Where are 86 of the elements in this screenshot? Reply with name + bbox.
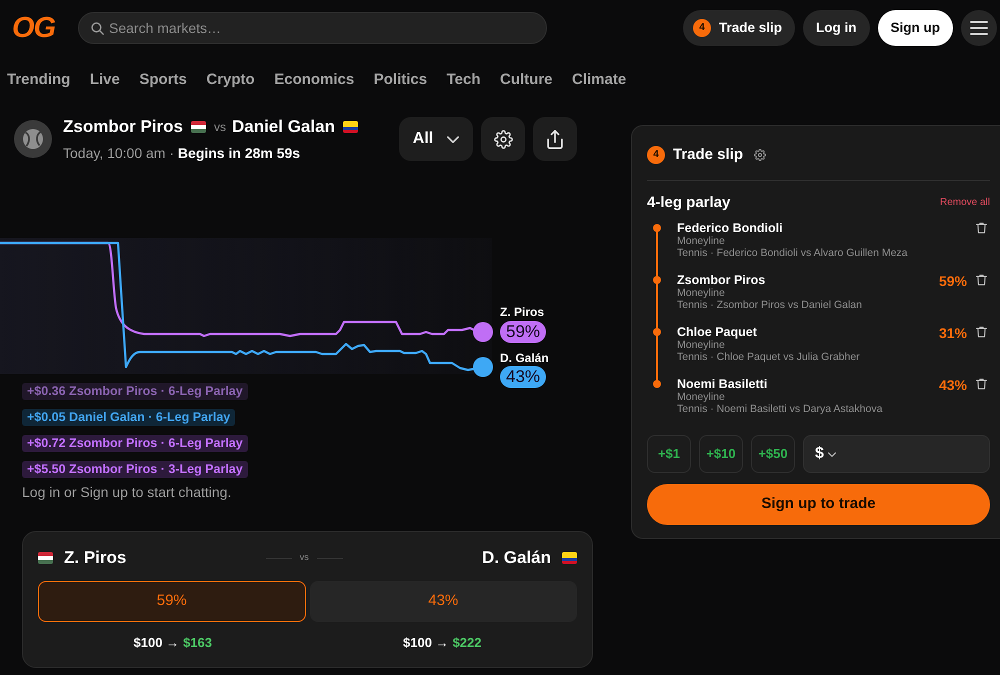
chat-prompt: Log in or Sign up to start chatting. [22,484,232,500]
leg-price: 43% [938,377,967,393]
logo[interactable]: OG [12,14,58,42]
signup-trade-button[interactable]: Sign up to trade [647,484,990,525]
parlay-title: 4-leg parlay [647,194,730,212]
chat-message: +$0.72 Zsombor Piros · 6-Leg Parlay [22,435,248,452]
signup-button[interactable]: Sign up [878,10,953,46]
filter-dropdown[interactable]: All [399,117,473,161]
panel-title: Trade slip [673,146,744,164]
settings-button[interactable] [481,117,525,161]
flag-icon [562,552,578,564]
delete-button[interactable] [976,222,987,234]
delete-button[interactable] [976,274,987,286]
stake-amount: $100 → [403,635,449,651]
settings-icon [494,130,512,148]
count-badge: 4 [692,19,711,37]
payout-amount: $222 [452,635,482,651]
settings-icon [754,149,766,161]
trash-icon [976,274,987,286]
leg-market: Moneyline [677,235,726,247]
payout-amount: $163 [183,635,212,651]
chat-message: +$5.50 Zsombor Piros · 3-Leg Parlay [22,461,248,478]
player-name: Zsombor Piros [63,116,183,138]
delete-button[interactable] [976,378,987,390]
leg-name: Zsombor Piros [677,273,766,287]
category-link[interactable]: Crypto [206,71,255,106]
delete-button[interactable] [976,326,987,338]
ball-icon [14,120,52,158]
leg-event: Tennis · Zsombor Piros vs Daniel Galan [677,299,863,311]
chevron-down-icon [828,452,836,456]
flag-icon [342,121,358,133]
leg-event: Tennis · Federico Bondioli vs Alvaro Guillen Meza [677,247,909,259]
flag-icon [38,552,53,564]
leg-name: Federico Bondioli [677,221,784,235]
search-field[interactable]: Search markets… [78,12,547,44]
category-link[interactable]: Culture [500,71,553,106]
leg-price: 59% [938,273,967,289]
trash-icon [976,378,987,390]
outcome-button[interactable]: 43% [310,581,577,622]
quick-amount-button[interactable]: +$50 [751,435,795,473]
leg-name: Chloe Paquet [677,325,758,339]
leg-market: Moneyline [677,339,726,351]
category-link[interactable]: Live [90,71,120,106]
vs-label: vs [214,119,226,136]
percent-badge: 43% [500,366,546,388]
outcome-name: D. Galán [482,548,552,568]
search-icon [91,22,104,34]
stake-amount: $100 → [134,635,180,651]
player-name: Daniel Galan [232,116,335,138]
outcome-name: Z. Piros [64,548,126,568]
leg-event: Tennis · Noemi Basiletti vs Darya Astakhova [677,403,884,415]
flag-icon [190,121,206,133]
chat-message: +$0.05 Daniel Galan · 6-Leg Parlay [22,409,236,426]
category-link[interactable]: Climate [572,71,626,106]
remove-all-link[interactable]: Remove all [940,197,990,209]
count-badge: 4 [647,146,665,164]
quick-amount-button[interactable]: +$1 [647,435,691,473]
share-icon [547,130,563,148]
leg-event: Tennis · Chloe Paquet vs Julia Grabher [677,351,861,363]
login-button[interactable]: Log in [803,10,870,46]
menu-button[interactable] [961,10,997,46]
leg-market: Moneyline [677,391,726,403]
series-label: Z. Piros [500,305,544,319]
category-link[interactable]: Sports [139,71,187,106]
leg-price: 31% [938,325,967,341]
quick-amount-button[interactable]: +$10 [699,435,743,473]
trash-icon [976,326,987,338]
leg-market: Moneyline [677,287,726,299]
share-button[interactable] [533,117,577,161]
category-link[interactable]: Economics [274,71,354,106]
leg-name: Noemi Basiletti [677,377,768,391]
vs-label: vs [300,551,309,564]
chat-message: +$0.36 Zsombor Piros · 6-Leg Parlay [22,383,248,400]
series-label: D. Galán [500,351,549,365]
chevron-down-icon [447,136,460,142]
match-schedule: Today, 10:00 am · Begins in 28m 59s [63,144,302,162]
percent-badge: 59% [500,321,546,343]
category-link[interactable]: Tech [446,71,481,106]
amount-field[interactable] [803,435,990,473]
currency-dropdown[interactable]: $ [815,444,836,464]
trade-slip-button[interactable]: 4 Trade slip [682,10,795,46]
menu-icon [970,21,988,35]
category-link[interactable]: Politics [374,71,428,106]
outcome-button[interactable]: 59% [38,581,306,622]
category-link[interactable]: Trending [7,71,70,106]
trash-icon [976,222,987,234]
